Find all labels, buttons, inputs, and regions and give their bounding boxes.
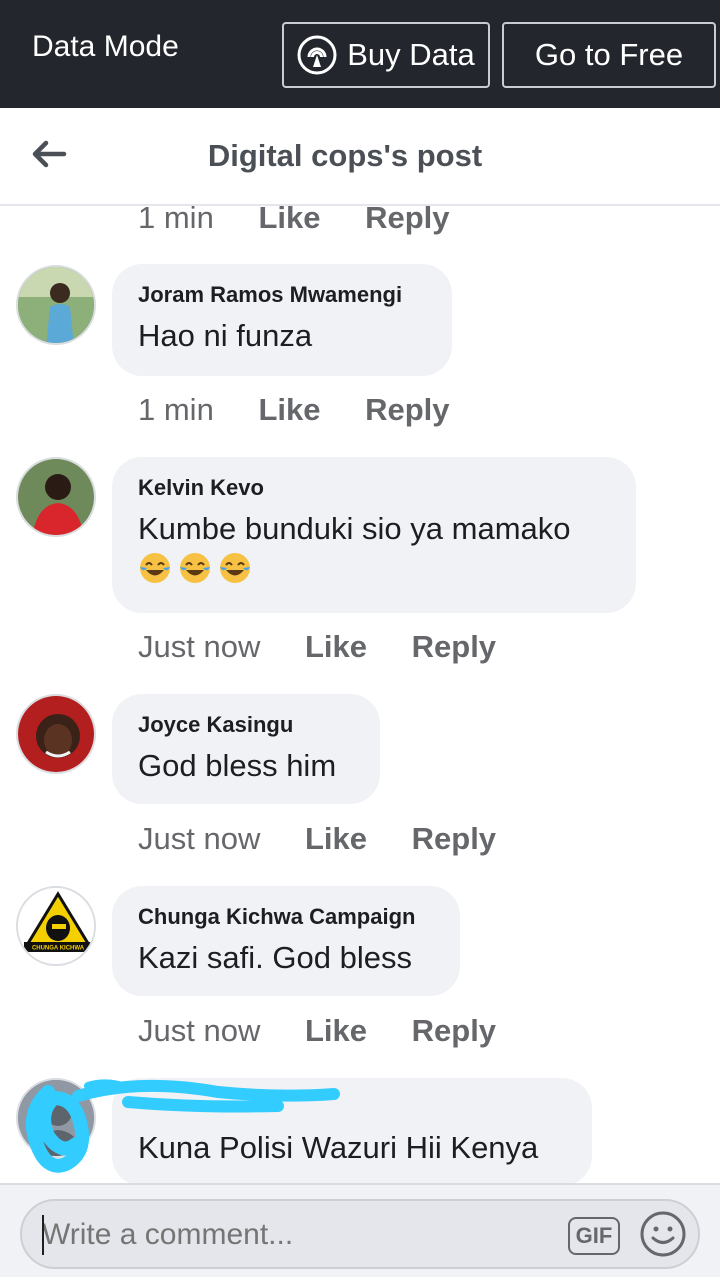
like-button[interactable]: Like: [305, 821, 367, 857]
comment-actions: Just now Like Reply: [138, 1013, 496, 1049]
comment-bubble: Kuna Polisi Wazuri Hii Kenya: [112, 1078, 592, 1186]
comment-text: Kazi safi. God bless: [138, 940, 412, 975]
avatar-image: [18, 267, 94, 343]
avatar[interactable]: CHUNGA KICHWA: [16, 886, 96, 966]
comment-bubble: Joyce Kasingu God bless him: [112, 694, 380, 804]
data-mode-bar: Data Mode Buy Data Go to Free: [0, 0, 720, 108]
avatar[interactable]: [16, 265, 96, 345]
avatar-logo-text: CHUNGA KICHWA: [32, 946, 85, 952]
gif-button[interactable]: GIF: [568, 1217, 620, 1255]
tears-of-joy-emoji-icon: [140, 553, 170, 583]
comment-text: Kumbe bunduki sio ya mamako: [138, 511, 571, 546]
comment-text: Hao ni funza: [138, 318, 313, 353]
buy-data-label: Buy Data: [347, 37, 475, 72]
comment-text: Kuna Polisi Wazuri Hii Kenya: [138, 1130, 539, 1165]
comment-input-box[interactable]: GIF: [20, 1199, 700, 1269]
like-button[interactable]: Like: [305, 1013, 367, 1049]
reply-button[interactable]: Reply: [412, 1013, 496, 1049]
text-caret: [42, 1215, 44, 1255]
comment-actions: 1 min Like Reply: [138, 200, 450, 236]
like-button[interactable]: Like: [258, 200, 320, 236]
post-header: Digital cops's post: [0, 108, 720, 206]
comment-time: 1 min: [138, 200, 214, 235]
like-button[interactable]: Like: [305, 629, 367, 665]
comment-author[interactable]: Joyce Kasingu: [138, 712, 354, 738]
reply-button[interactable]: Reply: [365, 392, 449, 428]
comment-actions: 1 min Like Reply: [138, 392, 450, 428]
buy-data-button[interactable]: Buy Data: [282, 22, 490, 88]
comment-actions: Just now Like Reply: [138, 821, 496, 857]
avatar-image: [18, 1080, 94, 1156]
avatar[interactable]: [16, 1078, 96, 1158]
broadcast-icon: [297, 35, 337, 75]
reply-button[interactable]: Reply: [412, 629, 496, 665]
avatar[interactable]: [16, 457, 96, 537]
avatar-image: [18, 459, 94, 535]
reply-button[interactable]: Reply: [365, 200, 449, 236]
reply-button[interactable]: Reply: [412, 821, 496, 857]
chunga-kichwa-logo-icon: CHUNGA KICHWA: [18, 888, 94, 964]
comment-composer: GIF: [0, 1183, 720, 1277]
avatar[interactable]: [16, 694, 96, 774]
like-button[interactable]: Like: [258, 392, 320, 428]
comment-time: Just now: [138, 629, 261, 664]
comment-input[interactable]: [42, 1213, 542, 1257]
page-title: Digital cops's post: [207, 138, 483, 173]
comment-author[interactable]: Chunga Kichwa Campaign: [138, 904, 434, 930]
comment-bubble: Kelvin Kevo Kumbe bunduki sio ya mamako: [112, 457, 636, 613]
comment-text: God bless him: [138, 748, 337, 783]
data-mode-label: Data Mode: [32, 30, 179, 63]
comment-author[interactable]: Joram Ramos Mwamengi: [138, 282, 426, 308]
comment-bubble: Chunga Kichwa Campaign Kazi safi. God bl…: [112, 886, 460, 996]
smiley-icon[interactable]: [638, 1209, 688, 1259]
tears-of-joy-emoji-icon: [180, 553, 210, 583]
comment-actions: Just now Like Reply: [138, 629, 496, 665]
go-to-free-label: Go to Free: [534, 37, 684, 72]
comment-bubble: Joram Ramos Mwamengi Hao ni funza: [112, 264, 452, 376]
go-to-free-button[interactable]: Go to Free: [502, 22, 716, 88]
comment-time: Just now: [138, 1013, 261, 1048]
comment-time: Just now: [138, 821, 261, 856]
avatar-image: [18, 696, 94, 772]
comment-author[interactable]: Kelvin Kevo: [138, 475, 610, 501]
emoji-row: [138, 551, 610, 585]
comment-author[interactable]: [138, 1096, 566, 1120]
comment-time: 1 min: [138, 392, 214, 427]
tears-of-joy-emoji-icon: [220, 553, 250, 583]
